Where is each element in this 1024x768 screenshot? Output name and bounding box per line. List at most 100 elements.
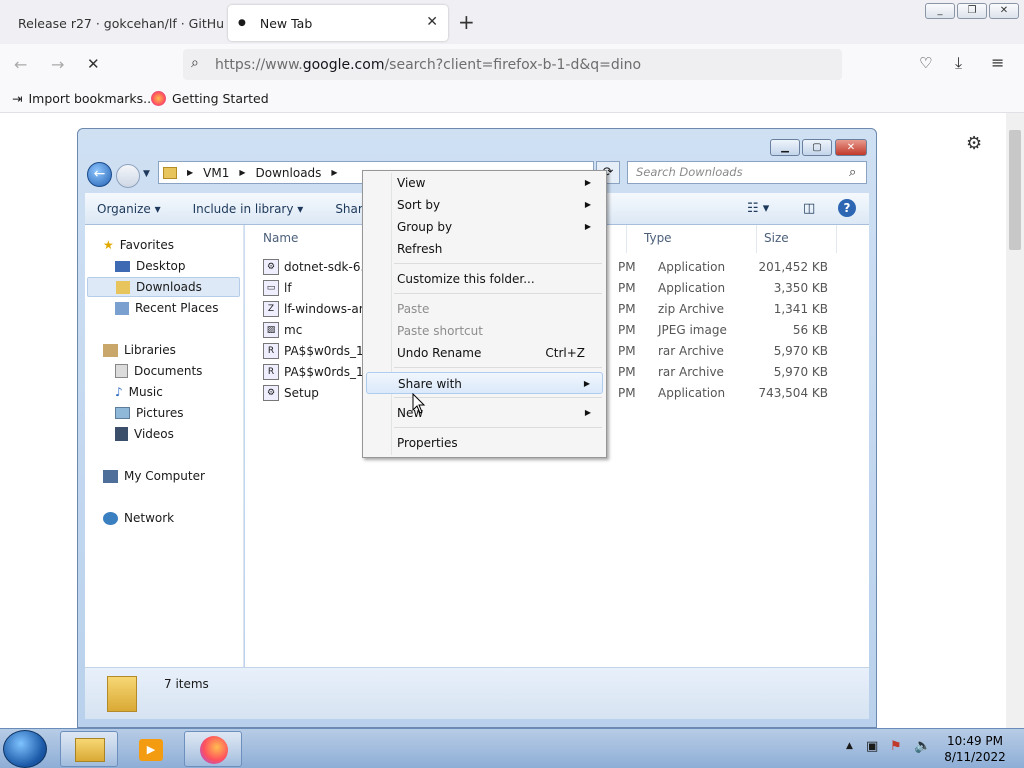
search-input[interactable]: Search Downloads: [627, 161, 867, 184]
taskbar-firefox-button[interactable]: [184, 731, 242, 767]
menu-separator: [394, 367, 602, 368]
file-type: rar Archive: [658, 343, 724, 358]
menu-label: Share with: [398, 377, 462, 391]
column-divider[interactable]: [756, 225, 757, 253]
organize-button[interactable]: Organize ▾: [97, 202, 161, 216]
show-hidden-icons-icon[interactable]: ▲: [846, 741, 853, 751]
breadcrumb-item-vm1[interactable]: VM1: [203, 166, 229, 180]
tab-new-tab[interactable]: ● New Tab ✕: [228, 5, 448, 41]
recent-pages-chevron-icon[interactable]: ▼: [143, 169, 150, 179]
menu-label: Group by: [397, 220, 453, 234]
forward-arrow-icon[interactable]: →: [51, 55, 64, 74]
column-divider[interactable]: [626, 225, 627, 253]
breadcrumb-item-downloads[interactable]: Downloads: [256, 166, 322, 180]
page-scrollbar-thumb[interactable]: [1009, 130, 1021, 250]
back-button[interactable]: ←: [87, 162, 112, 187]
application-icon: ▭: [263, 279, 279, 296]
close-window-button[interactable]: ✕: [989, 3, 1019, 19]
help-icon[interactable]: ?: [838, 199, 856, 217]
file-date: PM: [618, 259, 636, 274]
close-tab-icon[interactable]: ✕: [426, 14, 438, 30]
menu-item-paste-shortcut[interactable]: Paste shortcut: [366, 320, 603, 342]
file-name: dotnet-sdk-6.0: [284, 259, 372, 274]
stop-loading-icon[interactable]: ✕: [87, 55, 100, 73]
bookmark-label: Getting Started: [172, 91, 269, 106]
file-name: lf: [284, 280, 292, 295]
url-bar[interactable]: ⌕ https://www. google.com/search?client=f…: [183, 49, 842, 80]
nav-favorites[interactable]: ★ Favorites: [103, 235, 262, 255]
menu-item-customize-folder[interactable]: Customize this folder...: [366, 268, 603, 290]
column-header-type[interactable]: Type: [644, 231, 672, 245]
menu-item-refresh[interactable]: Refresh: [366, 238, 603, 260]
view-options-icon[interactable]: ☷ ▾: [747, 201, 769, 216]
file-name: Setup: [284, 385, 319, 400]
rar-archive-icon: R: [263, 342, 279, 359]
nav-label: Desktop: [136, 259, 186, 273]
maximize-button[interactable]: ❐: [957, 3, 987, 19]
nav-label: Downloads: [136, 280, 202, 294]
minimize-button[interactable]: _: [925, 3, 955, 19]
nav-label: Network: [124, 511, 175, 525]
tab-label: Release r27 · gokcehan/lf · GitHub: [18, 15, 224, 31]
network-tray-icon[interactable]: ▣: [866, 739, 878, 754]
menu-item-undo-rename[interactable]: Undo Rename Ctrl+Z: [366, 342, 603, 364]
submenu-arrow-icon: ▶: [584, 178, 591, 187]
action-center-icon[interactable]: ⚑: [890, 739, 902, 754]
file-type: zip Archive: [658, 301, 724, 316]
explorer-maximize-button[interactable]: ▢: [802, 139, 832, 156]
taskbar-media-player-button[interactable]: ▶: [122, 731, 180, 767]
nav-downloads[interactable]: Downloads: [87, 277, 240, 297]
file-size: 5,970 KB: [773, 343, 828, 358]
url-prefix: https://www.: [215, 56, 303, 73]
menu-item-new[interactable]: New ▶: [366, 402, 603, 424]
preview-pane-icon[interactable]: ◫: [803, 201, 815, 216]
menu-label: Undo Rename: [397, 346, 482, 360]
nav-libraries[interactable]: Libraries: [103, 340, 262, 360]
menu-item-view[interactable]: View ▶: [366, 172, 603, 194]
zip-archive-icon: Z: [263, 300, 279, 317]
bookmark-getting-started[interactable]: Getting Started: [151, 91, 269, 106]
item-count: 7 items: [164, 677, 209, 691]
nav-label: Documents: [134, 364, 203, 378]
menu-label: Sort by: [397, 198, 441, 212]
explorer-minimize-button[interactable]: ▁: [770, 139, 800, 156]
menu-item-group-by[interactable]: Group by ▶: [366, 216, 603, 238]
new-tab-button[interactable]: +: [458, 10, 475, 34]
file-name: lf-windows-am: [284, 301, 371, 316]
star-icon: ★: [103, 238, 114, 252]
explorer-close-button[interactable]: ✕: [835, 139, 867, 156]
forward-button[interactable]: [116, 164, 140, 188]
menu-label: View: [397, 176, 426, 190]
menu-item-paste[interactable]: Paste: [366, 298, 603, 320]
folder-icon: [163, 166, 177, 179]
downloads-icon[interactable]: ⤓: [955, 53, 962, 73]
installer-icon: ⚙: [263, 258, 279, 275]
system-clock[interactable]: 10:49 PM 8/11/2022: [940, 733, 1010, 765]
menu-item-share-with[interactable]: Share with ▶: [366, 372, 603, 394]
include-in-library-button[interactable]: Include in library ▾: [193, 202, 304, 216]
gear-icon[interactable]: ⚙: [966, 133, 982, 154]
firefox-icon: [151, 91, 166, 106]
menu-item-sort-by[interactable]: Sort by ▶: [366, 194, 603, 216]
tab-github-release[interactable]: Release r27 · gokcehan/lf · GitHub: [2, 5, 224, 41]
network-icon: [103, 511, 118, 525]
column-divider[interactable]: [836, 225, 837, 253]
file-type: Application: [658, 259, 726, 274]
nav-my-computer[interactable]: My Computer: [103, 466, 262, 486]
volume-icon[interactable]: 🔈: [914, 738, 931, 754]
import-icon: ⇥: [12, 91, 23, 106]
status-bar: 7 items: [85, 667, 869, 719]
taskbar-explorer-button[interactable]: [60, 731, 118, 767]
start-button[interactable]: [3, 730, 47, 768]
column-header-size[interactable]: Size: [764, 231, 789, 245]
submenu-arrow-icon: ▶: [584, 200, 591, 209]
bookmark-import[interactable]: ⇥ Import bookmarks...: [12, 91, 155, 106]
pocket-icon[interactable]: ♡: [919, 54, 932, 72]
file-type: Application: [658, 385, 726, 400]
menu-icon[interactable]: ≡: [991, 53, 1004, 72]
menu-item-properties[interactable]: Properties: [366, 432, 603, 454]
back-arrow-icon[interactable]: ←: [14, 55, 27, 74]
column-header-name[interactable]: Name: [263, 231, 298, 245]
nav-network[interactable]: Network: [103, 508, 262, 528]
music-icon: ♪: [115, 385, 123, 399]
